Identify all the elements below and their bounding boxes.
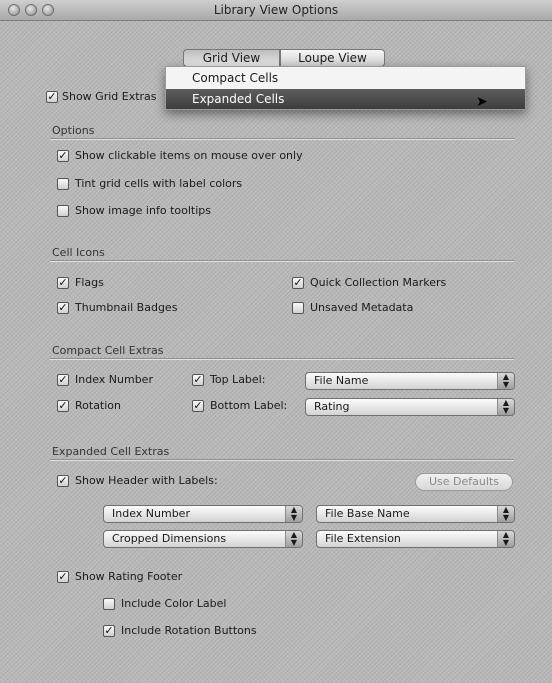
options-divider	[50, 138, 514, 140]
popup-arrows-icon: ▲ ▼	[497, 373, 514, 389]
show-grid-extras-checkbox[interactable]: ✓	[46, 91, 58, 103]
thumbnail-badges-checkbox[interactable]: ✓	[57, 302, 69, 314]
unsaved-metadata-label: Unsaved Metadata	[310, 301, 414, 314]
tint-grid-cells-checkbox[interactable]	[57, 178, 69, 190]
show-rating-footer-checkbox[interactable]: ✓	[57, 571, 69, 583]
image-info-tooltips-label: Show image info tooltips	[75, 204, 211, 217]
include-color-label-label: Include Color Label	[121, 597, 227, 610]
bottom-label-checkbox[interactable]: ✓	[192, 400, 204, 412]
popup-arrows-icon: ▲ ▼	[497, 506, 514, 522]
quick-collection-markers-checkbox[interactable]: ✓	[292, 277, 304, 289]
show-header-label: Show Header with Labels:	[75, 474, 218, 487]
header-popup-1[interactable]: Index Number ▲ ▼	[103, 505, 303, 523]
index-number-checkbox[interactable]: ✓	[57, 374, 69, 386]
cell-icons-group-title: Cell Icons	[52, 246, 105, 259]
header-popup-3[interactable]: Cropped Dimensions ▲ ▼	[103, 530, 303, 548]
tint-grid-cells-label: Tint grid cells with label colors	[75, 177, 243, 190]
expanded-extras-group-title: Expanded Cell Extras	[52, 445, 170, 458]
include-rotation-label: Include Rotation Buttons	[121, 624, 257, 637]
popup-arrows-icon: ▲ ▼	[497, 399, 514, 415]
index-number-label: Index Number	[75, 373, 153, 386]
window-title: Library View Options	[213, 3, 339, 17]
bottom-label-popup[interactable]: Rating ▲ ▼	[305, 398, 515, 416]
include-color-label-checkbox[interactable]	[103, 598, 115, 610]
thumbnail-badges-label: Thumbnail Badges	[75, 301, 178, 314]
flags-checkbox[interactable]: ✓	[57, 277, 69, 289]
header-popup-4-value: File Extension	[325, 532, 401, 545]
show-rating-footer-label: Show Rating Footer	[75, 570, 183, 583]
clickable-items-checkbox[interactable]: ✓	[57, 150, 69, 162]
header-popup-2[interactable]: File Base Name ▲ ▼	[316, 505, 515, 523]
options-group-title: Options	[52, 124, 95, 137]
show-grid-extras-label: Show Grid Extras	[62, 90, 157, 103]
rotation-checkbox[interactable]: ✓	[57, 400, 69, 412]
show-header-checkbox[interactable]: ✓	[57, 475, 69, 487]
header-popup-3-value: Cropped Dimensions	[112, 532, 227, 545]
quick-collection-markers-label: Quick Collection Markers	[310, 276, 447, 289]
clickable-items-label: Show clickable items on mouse over only	[75, 149, 303, 162]
menu-item-compact-cells[interactable]: Compact Cells	[166, 68, 525, 88]
bottom-label-value: Rating	[314, 400, 350, 413]
popup-arrows-icon: ▲ ▼	[285, 531, 302, 547]
view-mode-dropdown-menu: Compact Cells Expanded Cells	[165, 66, 526, 110]
top-label-value: File Name	[314, 374, 369, 387]
compact-extras-divider	[50, 358, 514, 360]
popup-arrows-icon: ▲ ▼	[285, 506, 302, 522]
unsaved-metadata-checkbox[interactable]	[292, 302, 304, 314]
top-label-label: Top Label:	[210, 373, 266, 386]
use-defaults-button[interactable]: Use Defaults	[415, 473, 513, 491]
expanded-extras-divider	[50, 459, 514, 461]
menu-item-expanded-cells[interactable]: Expanded Cells	[166, 89, 525, 109]
flags-label: Flags	[75, 276, 104, 289]
rotation-label: Rotation	[75, 399, 122, 412]
bottom-label-label: Bottom Label:	[210, 399, 288, 412]
header-popup-4[interactable]: File Extension ▲ ▼	[316, 530, 515, 548]
header-popup-2-value: File Base Name	[325, 507, 410, 520]
compact-extras-group-title: Compact Cell Extras	[52, 344, 164, 357]
mouse-cursor-icon: ➤	[476, 94, 488, 110]
tab-loupe-view[interactable]: Loupe View	[280, 49, 385, 67]
header-popup-1-value: Index Number	[112, 507, 190, 520]
image-info-tooltips-checkbox[interactable]	[57, 205, 69, 217]
cell-icons-divider	[50, 260, 514, 262]
top-label-popup[interactable]: File Name ▲ ▼	[305, 372, 515, 390]
include-rotation-checkbox[interactable]: ✓	[103, 625, 115, 637]
title-bar: Library View Options	[0, 0, 552, 21]
menu-item-expanded-cells-label: Expanded Cells	[192, 92, 285, 106]
top-label-checkbox[interactable]: ✓	[192, 374, 204, 386]
popup-arrows-icon: ▲ ▼	[497, 531, 514, 547]
tab-grid-view[interactable]: Grid View	[183, 49, 280, 67]
